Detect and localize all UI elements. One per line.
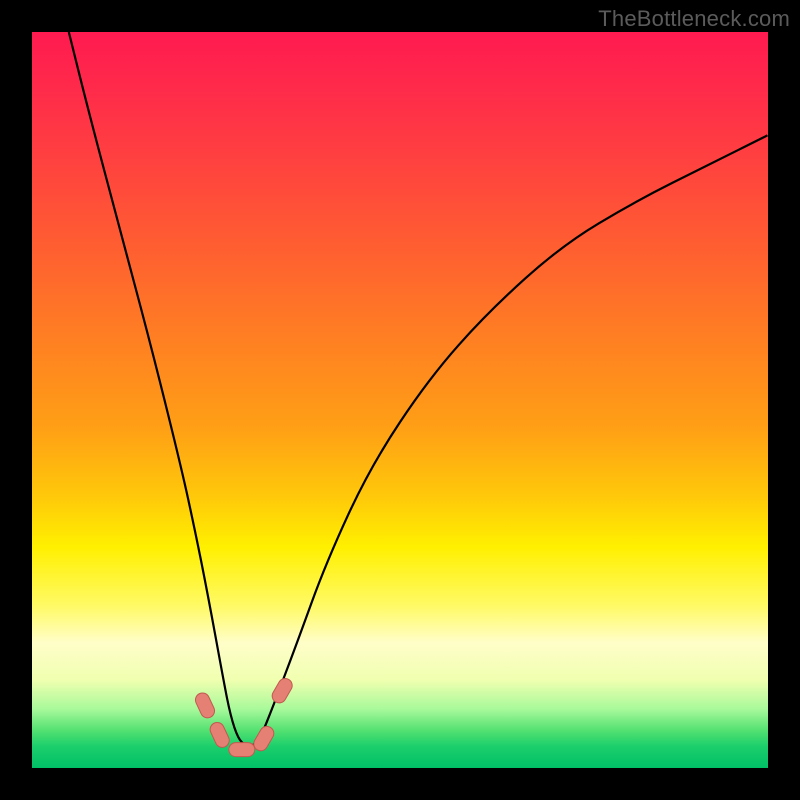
curve-marker <box>229 743 255 757</box>
curve-marker <box>270 676 295 706</box>
watermark-text: TheBottleneck.com <box>598 6 790 32</box>
chart-plot-area <box>32 32 768 768</box>
chart-svg <box>32 32 768 768</box>
curve-markers <box>193 676 295 757</box>
curve-marker <box>208 720 232 749</box>
chart-frame: TheBottleneck.com <box>0 0 800 800</box>
bottleneck-curve <box>69 32 768 746</box>
curve-marker <box>193 691 217 720</box>
